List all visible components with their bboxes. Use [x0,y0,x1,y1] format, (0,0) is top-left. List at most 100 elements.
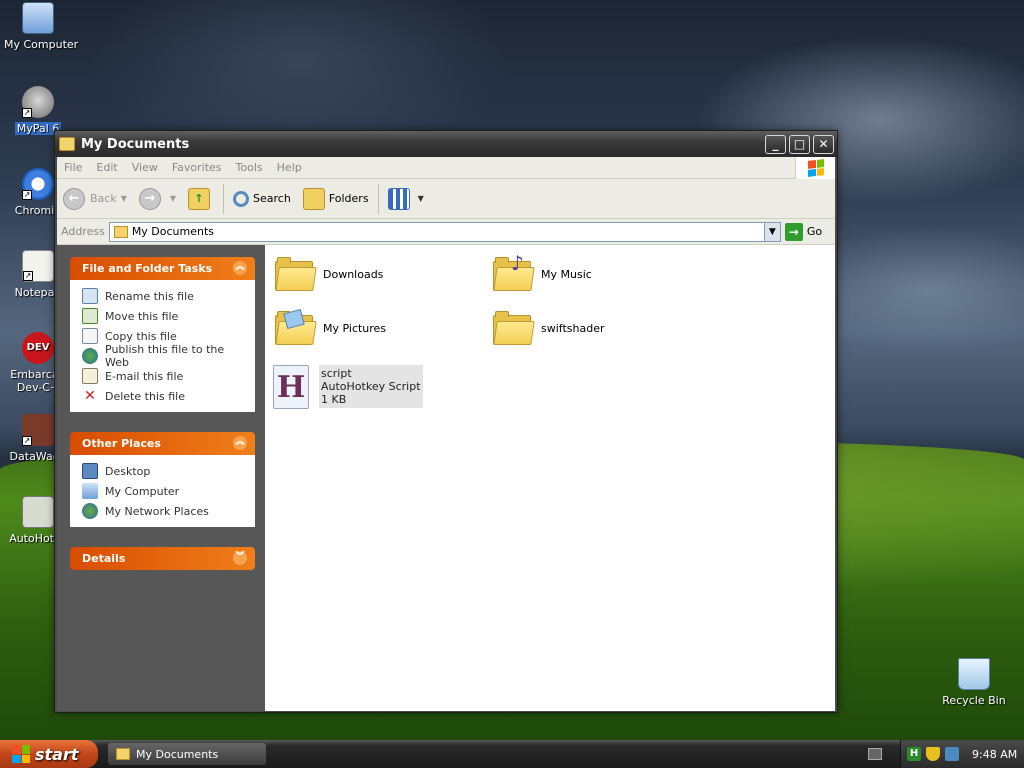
folder-item-swiftshader[interactable]: swiftshader [493,311,605,345]
panel-header[interactable]: Details ︾ [70,547,255,570]
task-label: Delete this file [105,389,185,403]
desktop-icon-recycle-bin[interactable]: Recycle Bin [938,658,1010,707]
folders-button[interactable]: Folders [297,182,375,216]
menu-view[interactable]: View [125,161,165,174]
move-icon [82,308,98,324]
menu-file[interactable]: File [57,161,89,174]
file-item-script[interactable]: H script AutoHotkey Script 1 KB [273,365,423,409]
address-field[interactable]: My Documents ▼ [108,221,781,242]
place-label: Desktop [105,464,151,478]
globe-icon [82,348,98,364]
chevron-down-icon: ▼ [169,194,177,203]
computer-icon [82,483,98,499]
views-grid-icon [387,187,410,210]
menu-favorites[interactable]: Favorites [165,161,229,174]
folder-icon [59,137,75,151]
desktop-icon [82,463,98,479]
desktop-icon-label: Recycle Bin [942,694,1006,707]
copy-icon [82,328,98,344]
address-dropdown-button[interactable]: ▼ [763,222,780,241]
desktop-icon-my-computer[interactable]: My Computer [2,2,78,51]
autohotkey-tray-icon[interactable]: H [907,747,921,761]
raccoon-browser-icon: ↗ [22,86,54,118]
menu-tools[interactable]: Tools [229,161,270,174]
menu-edit[interactable]: Edit [89,161,124,174]
chevron-up-icon: ︽ [233,436,247,450]
close-button[interactable]: ✕ [813,135,834,154]
system-tray: H 9:48 AM [900,740,1024,768]
security-shield-icon[interactable] [926,747,940,761]
menu-help[interactable]: Help [270,161,309,174]
task-delete-file[interactable]: ✕ Delete this file [82,386,245,406]
up-folder-button[interactable]: ↑ [182,182,220,216]
task-rename-file[interactable]: Rename this file [82,286,245,306]
maximize-button[interactable]: □ [789,135,810,154]
folder-name: Downloads [323,267,384,281]
folder-icon [113,225,128,238]
explorer-window: My Documents _ □ ✕ File Edit View Favori… [54,130,838,713]
file-size: 1 KB [321,393,347,406]
search-button[interactable]: Search [227,182,297,216]
shortcut-arrow-icon: ↗ [22,436,32,446]
keyboard-icon[interactable] [868,748,882,760]
panel-title: Other Places [82,437,161,450]
back-label: Back [90,192,117,205]
minimize-button[interactable]: _ [765,135,786,154]
place-my-network-places[interactable]: My Network Places [82,501,245,521]
file-name: script [321,367,352,380]
chevron-down-icon: ▼ [120,194,127,203]
folder-item-my-pictures[interactable]: My Pictures [275,308,387,345]
folder-icon [116,748,130,760]
datawagon-icon: ↗ [22,414,54,446]
clock[interactable]: 9:48 AM [972,748,1017,761]
network-icon [82,503,98,519]
folder-name: My Pictures [323,321,387,335]
devcpp-icon: DEV [22,332,54,364]
taskbar-button-my-documents[interactable]: My Documents [108,743,266,765]
chevron-down-icon: ▼ [417,194,424,203]
folders-label: Folders [328,192,369,205]
task-label: Copy this file [105,329,177,343]
folders-icon [302,187,325,210]
panel-header[interactable]: File and Folder Tasks ︽ [70,257,255,280]
autohotkey-script-icon: H [273,365,309,409]
windows-flag-icon [807,159,824,177]
place-my-computer[interactable]: My Computer [82,481,245,501]
task-label: Rename this file [105,289,194,303]
task-email-file[interactable]: E-mail this file [82,366,245,386]
chevron-up-icon: ︽ [233,261,247,275]
network-icon[interactable] [945,747,959,761]
shortcut-arrow-icon: ↗ [22,190,32,200]
recycle-bin-icon [958,658,990,690]
other-places-panel: Other Places ︽ Desktop My Computer My Ne… [70,432,255,527]
place-desktop[interactable]: Desktop [82,461,245,481]
search-icon [233,190,250,207]
place-label: My Computer [105,484,180,498]
panel-header[interactable]: Other Places ︽ [70,432,255,455]
task-move-file[interactable]: Move this file [82,306,245,326]
taskbar-button-label: My Documents [136,747,219,761]
standard-toolbar: ← Back ▼ → ▼ ↑ Search Folders ▼ [57,179,835,219]
shortcut-arrow-icon: ↗ [23,271,33,281]
go-button[interactable]: → Go [784,222,822,241]
folder-item-my-music[interactable]: ♪ My Music [493,251,592,291]
task-publish-file[interactable]: Publish this file to the Web [82,343,245,369]
folder-icon [275,257,317,291]
forward-button[interactable]: → ▼ [133,182,182,216]
start-button[interactable]: start [0,740,98,768]
shortcut-arrow-icon: ↗ [22,108,32,118]
task-label: E-mail this file [105,369,184,383]
folder-name: My Music [541,267,592,281]
folder-item-downloads[interactable]: Downloads [275,257,383,291]
pictures-folder-icon [275,308,317,345]
computer-icon [22,2,54,34]
views-button[interactable]: ▼ [382,182,430,216]
windows-flag-icon [12,745,30,763]
up-folder-icon: ↑ [188,187,211,210]
task-label: Publish this file to the Web [105,343,225,369]
desktop-icon-mypal[interactable]: ↗ MyPal 6 [2,86,74,135]
music-folder-icon: ♪ [493,251,535,291]
desktop-icon-label: My Computer [4,38,79,51]
back-button[interactable]: ← Back ▼ [57,182,133,216]
window-titlebar[interactable]: My Documents _ □ ✕ [55,131,837,157]
